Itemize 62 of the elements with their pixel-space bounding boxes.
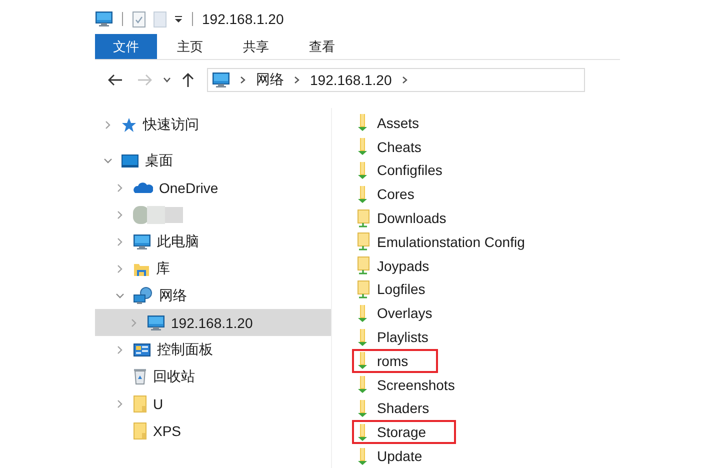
back-icon[interactable] xyxy=(107,73,123,87)
tree-item[interactable]: 库 xyxy=(95,255,331,282)
tree-item[interactable]: 控制面板 xyxy=(95,336,331,363)
folder-item[interactable]: Overlays xyxy=(352,301,440,326)
dropdown-icon[interactable] xyxy=(174,15,183,23)
breadcrumb[interactable]: 192.168.1.20 xyxy=(310,72,392,88)
up-icon[interactable] xyxy=(181,72,195,88)
network-folder-icon xyxy=(356,208,370,228)
network-icon xyxy=(133,286,153,304)
computer-icon xyxy=(147,314,165,330)
folder-item[interactable]: Logfiles xyxy=(352,278,434,302)
network-folder-icon xyxy=(356,256,370,276)
tree-item[interactable]: 快速访问 xyxy=(95,111,331,138)
properties-icon[interactable] xyxy=(132,10,146,28)
network-folder-icon xyxy=(356,280,370,299)
control-panel-icon xyxy=(133,342,151,358)
highlighted-folder-item[interactable]: Storage xyxy=(352,420,456,444)
blurred-label xyxy=(133,206,185,224)
highlighted-folder-item[interactable]: roms xyxy=(352,348,438,373)
ribbon-tab[interactable]: 共享 xyxy=(223,34,289,59)
address-bar[interactable]: 网络 192.168.1.20 xyxy=(207,68,585,92)
folder-item[interactable]: Playlists xyxy=(352,325,436,349)
new-folder-icon[interactable] xyxy=(153,10,167,28)
star-icon xyxy=(121,116,137,132)
folder-item[interactable]: Configfiles xyxy=(352,158,450,182)
tree-item[interactable]: U xyxy=(95,390,331,417)
ribbon-tab[interactable]: 文件 xyxy=(95,34,157,59)
folder-item[interactable]: Shaders xyxy=(352,396,438,420)
ribbon-tab[interactable]: 主页 xyxy=(157,34,223,59)
computer-icon xyxy=(133,234,151,250)
tree-item[interactable]: XPS xyxy=(95,417,331,444)
ribbon-tab[interactable]: 查看 xyxy=(289,34,355,59)
folder-icon xyxy=(133,422,147,440)
folder-item[interactable]: Emulationstation Config xyxy=(352,230,533,254)
folder-item[interactable]: Cheats xyxy=(352,134,430,159)
tree-item[interactable]: 此电脑 xyxy=(95,228,331,255)
chevron-right-icon[interactable] xyxy=(294,76,300,84)
tree-item[interactable]: 桌面 xyxy=(95,147,331,174)
folder-item[interactable]: Joypads xyxy=(352,254,438,278)
folder-item[interactable]: Screenshots xyxy=(352,372,463,397)
window-title: 192.168.1.20 xyxy=(202,11,284,27)
folder-icon xyxy=(133,394,147,412)
tree-item[interactable]: OneDrive xyxy=(95,174,331,201)
chevron-down-icon[interactable] xyxy=(103,156,113,166)
desktop-icon xyxy=(121,152,139,168)
computer-icon xyxy=(95,11,113,27)
chevron-right-icon[interactable] xyxy=(240,76,246,84)
selected-tree-item[interactable]: 192.168.1.20 xyxy=(95,309,331,336)
computer-icon xyxy=(212,72,230,88)
recycle-bin-icon xyxy=(133,368,147,385)
tree-item[interactable]: 回收站 xyxy=(95,363,331,390)
cloud-icon xyxy=(133,182,153,194)
chevron-down-icon[interactable] xyxy=(115,290,125,300)
chevron-right-icon[interactable] xyxy=(402,76,408,84)
folder-item[interactable]: Downloads xyxy=(352,206,454,230)
network-folder-icon xyxy=(356,232,370,252)
folder-item[interactable]: Update xyxy=(352,444,430,468)
folder-item[interactable]: Cores xyxy=(352,182,422,206)
breadcrumb[interactable]: 网络 xyxy=(256,71,284,89)
tree-item[interactable]: 网络 xyxy=(95,282,331,309)
recent-locations-icon[interactable] xyxy=(163,77,171,83)
folder-item[interactable]: Assets xyxy=(352,111,428,135)
